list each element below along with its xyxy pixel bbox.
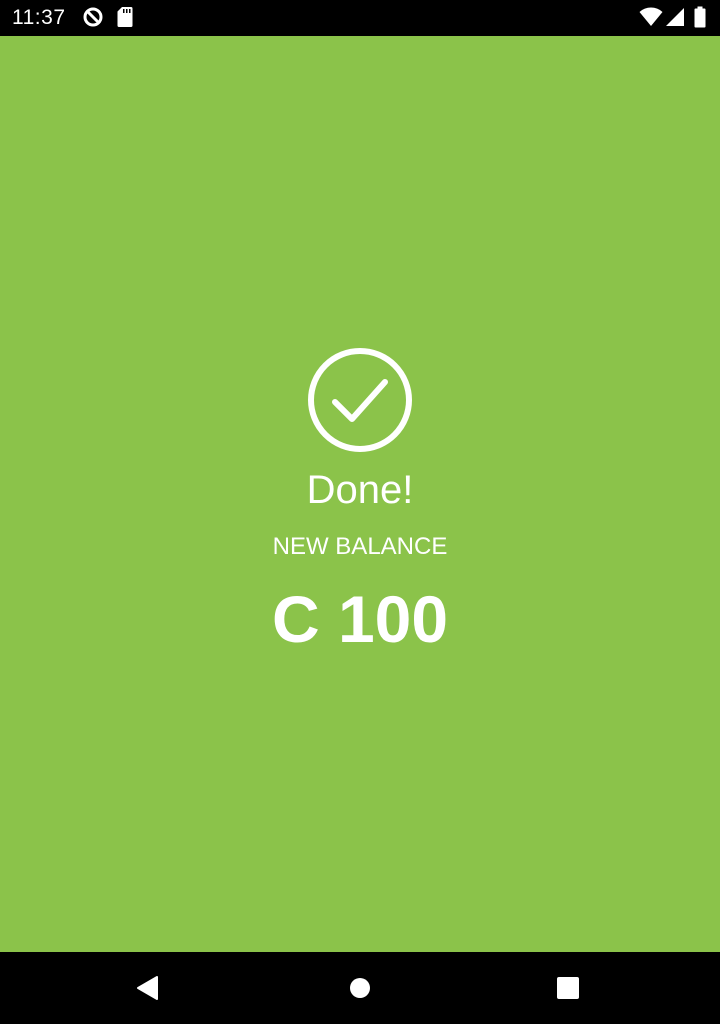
- recents-button[interactable]: [552, 972, 584, 1004]
- status-time: 11:37: [12, 6, 66, 29]
- balance-value: C 100: [271, 582, 449, 656]
- check-circle-icon: [308, 348, 412, 452]
- home-button[interactable]: [344, 972, 376, 1004]
- balance-label: NEW BALANCE: [272, 533, 448, 560]
- back-icon: [137, 976, 158, 1000]
- cell-signal-icon: [666, 8, 684, 26]
- status-bar: 11:37: [0, 0, 720, 36]
- success-screen: Done! NEW BALANCE C 100: [0, 36, 720, 952]
- back-button[interactable]: [132, 972, 164, 1004]
- home-icon: [350, 978, 370, 998]
- recents-icon: [557, 977, 579, 999]
- data-saver-icon: [83, 7, 103, 27]
- sd-card-icon: [117, 7, 133, 27]
- battery-icon: [694, 6, 706, 28]
- done-title: Done!: [306, 468, 414, 512]
- wifi-icon: [639, 7, 663, 26]
- navigation-bar: [0, 952, 720, 1024]
